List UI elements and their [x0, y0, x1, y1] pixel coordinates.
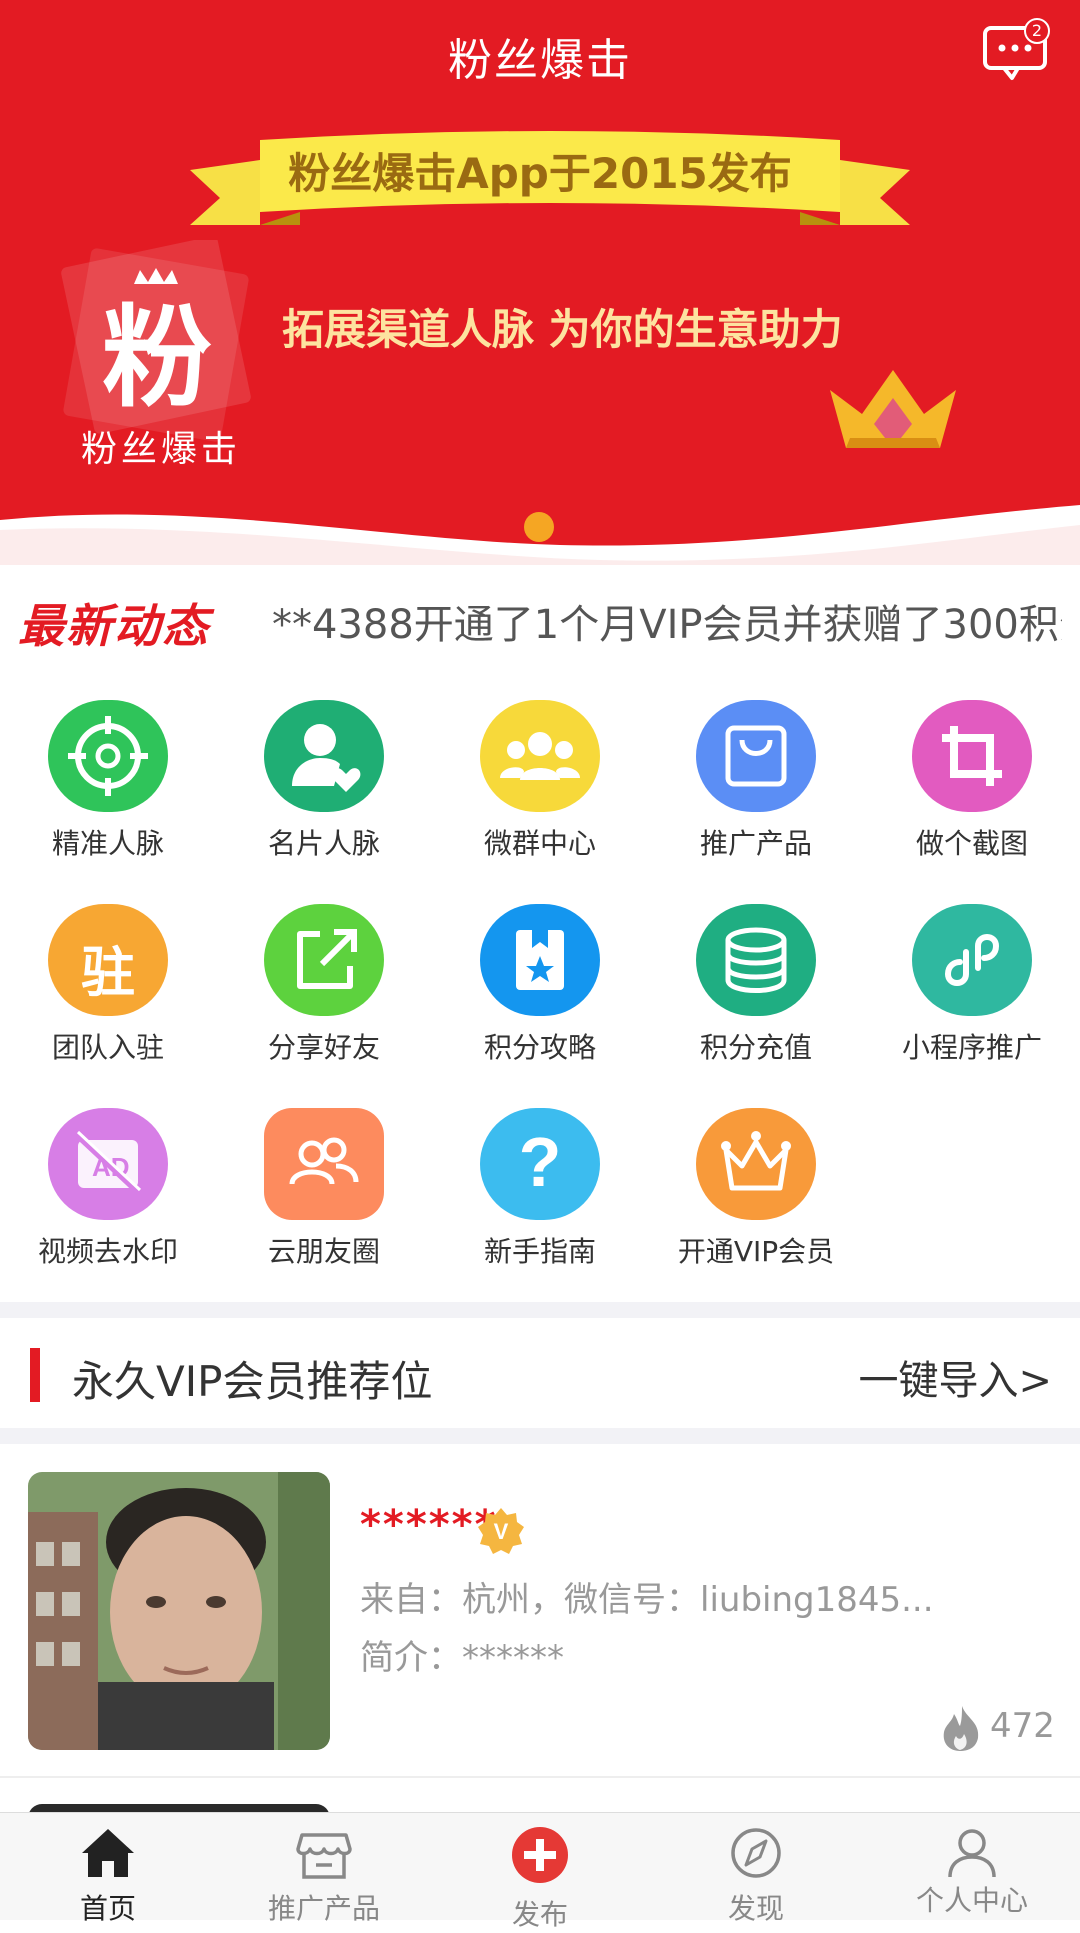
- nav-discover[interactable]: 发现: [648, 1813, 864, 1925]
- grid-item-share-friends[interactable]: 分享好友: [216, 904, 432, 1104]
- shopping-bag-icon: [696, 700, 816, 812]
- logo-character: 粉: [102, 293, 212, 422]
- grid-label: 积分攻略: [483, 1031, 596, 1064]
- grid-label: 小程序推广: [901, 1031, 1042, 1064]
- grid-item-points-guide[interactable]: 积分攻略: [432, 904, 648, 1104]
- grid-label: 分享好友: [267, 1031, 380, 1064]
- grid-label: 微群中心: [483, 827, 596, 860]
- nav-label: 发现: [727, 1892, 784, 1925]
- points-guide-icon: [480, 904, 600, 1016]
- member-intro: 简介：******: [360, 1638, 564, 1678]
- nav-label: 个人中心: [915, 1884, 1028, 1917]
- svg-text:V: V: [494, 1519, 509, 1544]
- carousel-indicator-dot[interactable]: [524, 512, 554, 542]
- news-text: **4388开通了1个月VIP会员并获赠了300积分: [272, 602, 1062, 648]
- section-accent-bar: [30, 1348, 40, 1402]
- news-label: 最新动态: [18, 599, 210, 653]
- fire-icon: [943, 1706, 979, 1751]
- store-icon: [296, 1833, 352, 1879]
- member-card[interactable]: ****** V 来自：杭州，微信号：liubing1845... 简介：***…: [0, 1444, 1080, 1774]
- target-icon: [48, 700, 168, 812]
- publish-plus-icon: [512, 1827, 568, 1883]
- grid-item-mini-program[interactable]: 小程序推广: [864, 904, 1080, 1104]
- grid-item-team-join[interactable]: 驻 团队入驻: [0, 904, 216, 1104]
- nav-publish[interactable]: 发布: [432, 1813, 648, 1931]
- grid-label: 团队入驻: [51, 1031, 164, 1064]
- crown-icon: [696, 1108, 816, 1220]
- ribbon-text: 粉丝爆击App于2015发布: [288, 149, 792, 198]
- grid-label: 开通VIP会员: [677, 1235, 835, 1268]
- nav-label: 推广产品: [267, 1892, 380, 1925]
- nav-promote-products[interactable]: 推广产品: [216, 1813, 432, 1925]
- logo-subtitle: 粉丝爆击: [80, 429, 241, 470]
- news-ticker[interactable]: 最新动态 **4388开通了1个月VIP会员并获赠了300积分: [0, 590, 1080, 660]
- nav-label: 发布: [511, 1898, 568, 1931]
- grid-label: 精准人脉: [51, 827, 164, 860]
- grid-item-open-vip[interactable]: 开通VIP会员: [648, 1108, 864, 1308]
- grid-item-remove-watermark[interactable]: AD 视频去水印: [0, 1108, 216, 1308]
- section-separator: [0, 1428, 1080, 1444]
- grid-label: 做个截图: [915, 827, 1028, 860]
- grid-label: 推广产品: [699, 827, 812, 860]
- mini-program-icon: [912, 904, 1032, 1016]
- grid-label: 云朋友圈: [267, 1235, 380, 1268]
- vip-section-header: 永久VIP会员推荐位 一键导入>: [0, 1318, 1080, 1428]
- question-icon: ?: [480, 1108, 600, 1220]
- grid-label: 名片人脉: [267, 827, 380, 860]
- compass-icon: [731, 1828, 781, 1878]
- gold-crown-icon: [830, 370, 956, 448]
- grid-item-points-recharge[interactable]: 积分充值: [648, 904, 864, 1104]
- user-icon: [948, 1829, 996, 1878]
- page-title: 粉丝爆击: [448, 35, 632, 86]
- grid-item-beginner-guide[interactable]: ? 新手指南: [432, 1108, 648, 1308]
- grid-item-promote-products[interactable]: 推广产品: [648, 700, 864, 900]
- grid-label: 新手指南: [483, 1235, 596, 1268]
- friends-icon: [264, 1108, 384, 1220]
- nav-home[interactable]: 首页: [0, 1813, 216, 1925]
- section-title: 永久VIP会员推荐位: [72, 1357, 433, 1406]
- nav-label: 首页: [79, 1892, 136, 1925]
- import-all-link[interactable]: 一键导入>: [858, 1348, 1052, 1406]
- settle-in-icon: 驻: [48, 904, 168, 1016]
- avatar-photo: [28, 1472, 330, 1750]
- grid-item-group-center[interactable]: 微群中心: [432, 700, 648, 900]
- vip-badge-icon: V: [478, 1508, 524, 1554]
- member-heat-count: 472: [990, 1706, 1055, 1746]
- grid-label: 视频去水印: [37, 1235, 178, 1268]
- bottom-nav: 首页 推广产品 发布 发现 个人中心: [0, 1812, 1080, 1931]
- member-location-wechat: 来自：杭州，微信号：liubing1845...: [360, 1580, 934, 1620]
- message-count-badge: 2: [1024, 18, 1050, 44]
- grid-label: 积分充值: [699, 1031, 812, 1064]
- share-icon: [264, 904, 384, 1016]
- grid-item-screenshot[interactable]: 做个截图: [864, 700, 1080, 900]
- banner-slogan: 拓展渠道人脉 为你的生意助力: [282, 305, 843, 354]
- contact-heart-icon: [264, 700, 384, 812]
- promo-banner[interactable]: 粉丝爆击 2 粉丝爆击App于2015发布 粉 粉丝爆击 拓展渠道人脉 为你的生…: [0, 0, 1080, 565]
- crop-icon: [912, 700, 1032, 812]
- nav-profile[interactable]: 个人中心: [864, 1813, 1080, 1921]
- grid-item-precise-contacts[interactable]: 精准人脉: [0, 700, 216, 900]
- home-icon: [82, 1829, 134, 1877]
- no-ad-icon: AD: [48, 1108, 168, 1220]
- section-separator: [0, 1302, 1080, 1318]
- card-divider: [0, 1776, 1080, 1778]
- avatar[interactable]: [28, 1472, 330, 1750]
- grid-item-cloud-moments[interactable]: 云朋友圈: [216, 1108, 432, 1308]
- coins-icon: [696, 904, 816, 1016]
- group-icon: [480, 700, 600, 812]
- grid-item-card-contacts[interactable]: 名片人脉: [216, 700, 432, 900]
